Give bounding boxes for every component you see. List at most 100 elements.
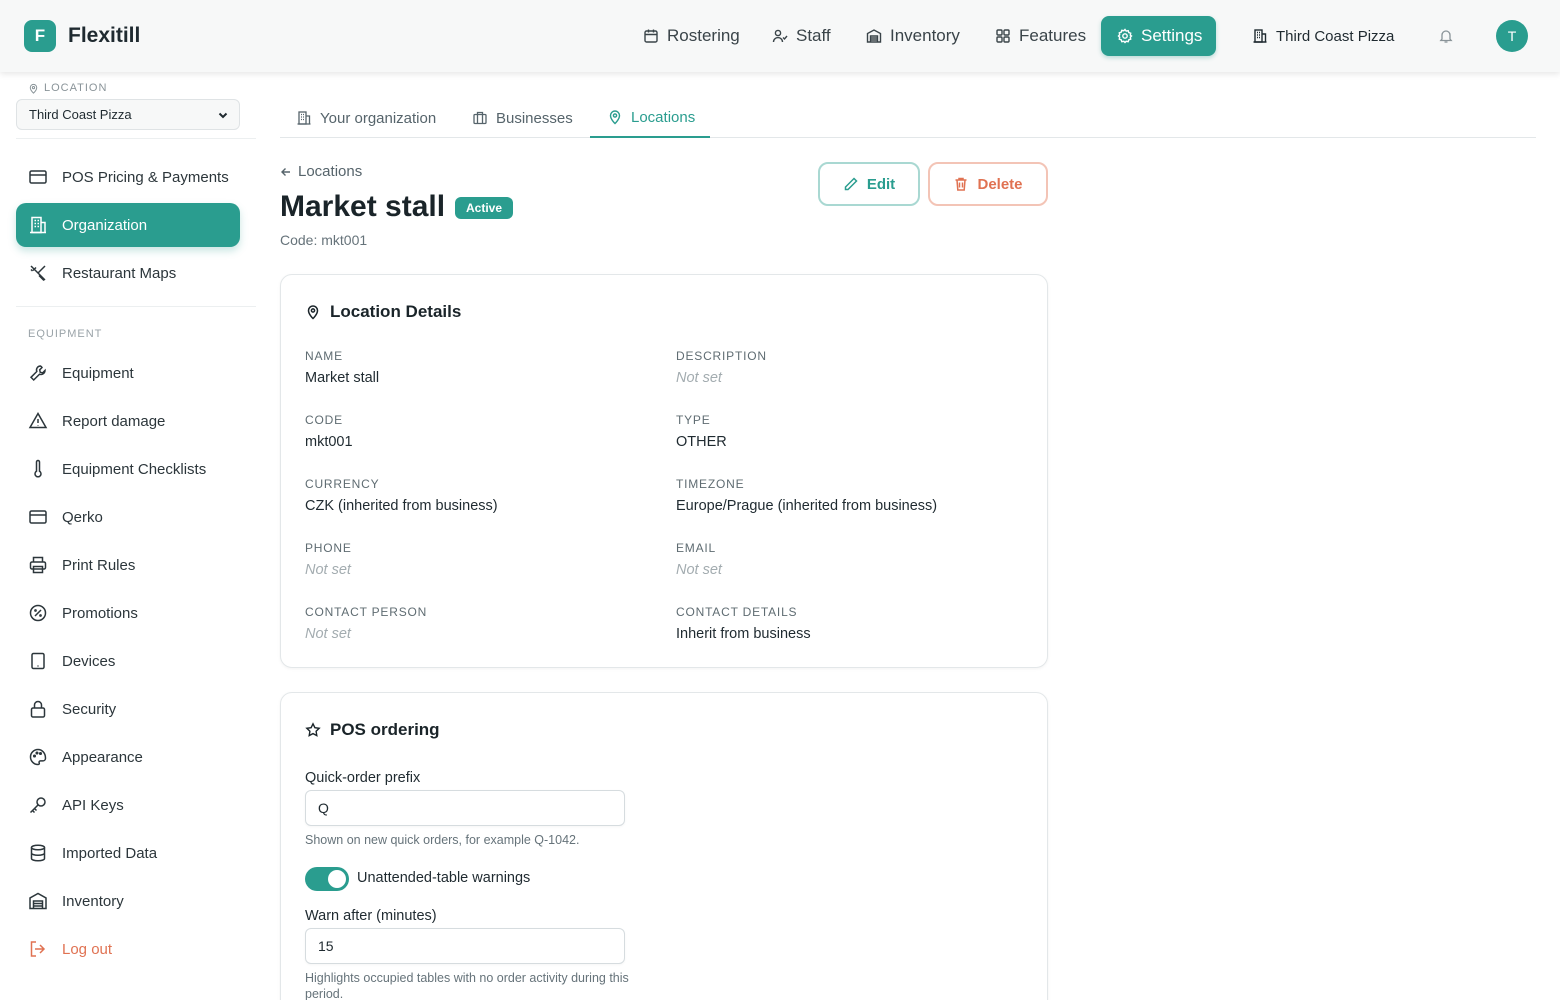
quick-order-prefix-label: Quick-order prefix — [305, 770, 421, 786]
status-badge: Active — [455, 197, 514, 219]
sidebar-item-pos-pricing[interactable]: POS Pricing & Payments — [16, 155, 240, 199]
sidebar-item-imported-data[interactable]: Imported Data — [16, 831, 240, 875]
delete-button-label: Delete — [977, 175, 1023, 193]
field-label-phone: PHONE — [305, 541, 352, 555]
field-label-contact-details: CONTACT DETAILS — [676, 605, 798, 619]
sidebar-section-equipment: EQUIPMENT — [28, 328, 103, 340]
location-select-value: Third Coast Pizza — [29, 107, 132, 122]
sidebar-item-inventory[interactable]: Inventory — [16, 879, 240, 923]
map-pin-icon — [28, 83, 39, 94]
page-title: Market stall — [280, 190, 446, 223]
sidebar-item-organization[interactable]: Organization — [16, 203, 240, 247]
logout-icon — [28, 939, 48, 959]
field-value-type: OTHER — [676, 434, 727, 450]
location-code: Code: mkt001 — [280, 232, 368, 248]
star-icon — [305, 722, 321, 738]
location-details-card: Location Details NAME Market stall DESCR… — [280, 274, 1048, 668]
sidebar-item-report-damage[interactable]: Report damage — [16, 399, 240, 443]
field-value-description: Not set — [676, 370, 722, 386]
sidebar-item-appearance[interactable]: Appearance — [16, 735, 240, 779]
app-name[interactable]: Flexitill — [68, 24, 140, 48]
nav-label: Features — [1019, 26, 1087, 45]
bell-icon[interactable] — [1438, 28, 1454, 44]
nav-settings[interactable]: Settings — [1101, 16, 1216, 56]
unattended-warnings-label: Unattended-table warnings — [357, 870, 531, 886]
tab-businesses[interactable]: Businesses — [472, 98, 573, 138]
sidebar-item-equipment[interactable]: Equipment — [16, 351, 240, 395]
sidebar-item-label: Restaurant Maps — [62, 264, 177, 282]
nav-rostering[interactable]: Rostering — [643, 16, 740, 56]
sidebar-divider — [16, 306, 256, 307]
edit-button[interactable]: Edit — [818, 162, 920, 206]
nav-label: Settings — [1141, 26, 1203, 45]
field-label-currency: CURRENCY — [305, 477, 380, 491]
gear-icon — [1117, 28, 1133, 44]
nav-label: Inventory — [890, 26, 960, 45]
sidebar-item-devices[interactable]: Devices — [16, 639, 240, 683]
sidebar-item-label: Qerko — [62, 508, 103, 526]
field-label-description: DESCRIPTION — [676, 349, 767, 363]
wrench-icon — [28, 363, 48, 383]
sidebar-item-security[interactable]: Security — [16, 687, 240, 731]
sidebar-item-restaurant-maps[interactable]: Restaurant Maps — [16, 251, 240, 295]
field-label-contact-person: CONTACT PERSON — [305, 605, 428, 619]
edit-button-label: Edit — [866, 175, 896, 193]
grid-icon — [995, 28, 1011, 44]
field-value-timezone: Europe/Prague (inherited from business) — [676, 498, 938, 514]
sidebar-item-label: Organization — [62, 216, 148, 234]
field-value-currency: CZK (inherited from business) — [305, 498, 498, 514]
sidebar-item-logout[interactable]: Log out — [16, 927, 240, 971]
map-pin-icon — [607, 109, 623, 125]
quick-order-prefix-help: Shown on new quick orders, for example Q… — [305, 833, 580, 847]
credit-card-icon — [28, 507, 48, 527]
arrow-left-icon — [280, 166, 292, 178]
utensils-icon — [28, 263, 48, 283]
thermometer-icon — [28, 459, 48, 479]
sidebar-item-label: Imported Data — [62, 844, 158, 862]
sidebar-item-label: Appearance — [62, 748, 143, 766]
field-label-type: TYPE — [676, 413, 711, 427]
sidebar-item-equipment-checklists[interactable]: Equipment Checklists — [16, 447, 240, 491]
field-value-phone: Not set — [305, 562, 351, 578]
warehouse-icon — [28, 891, 48, 911]
percent-badge-icon — [28, 603, 48, 623]
avatar[interactable]: T — [1496, 20, 1528, 52]
tab-label: Your organization — [320, 109, 437, 127]
field-label-name: NAME — [305, 349, 343, 363]
sidebar-item-api-keys[interactable]: API Keys — [16, 783, 240, 827]
sidebar-item-label: Print Rules — [62, 556, 136, 574]
location-select[interactable]: Third Coast Pizza — [16, 99, 240, 130]
sidebar-item-label: Report damage — [62, 412, 166, 430]
tab-label: Businesses — [496, 109, 573, 127]
warning-icon — [28, 411, 48, 431]
card-title: POS ordering — [305, 720, 440, 740]
toggle-knob — [328, 870, 346, 888]
tab-your-organization[interactable]: Your organization — [296, 98, 436, 138]
card-title: Location Details — [305, 302, 461, 322]
building-icon — [28, 215, 48, 235]
sidebar-item-label: Security — [62, 700, 117, 718]
sidebar-item-qerko[interactable]: Qerko — [16, 495, 240, 539]
nav-inventory[interactable]: Inventory — [866, 16, 960, 56]
warn-after-input[interactable]: 15 — [305, 928, 625, 964]
nav-features[interactable]: Features — [995, 16, 1086, 56]
sidebar-item-print-rules[interactable]: Print Rules — [16, 543, 240, 587]
back-link[interactable]: Locations — [280, 163, 362, 180]
delete-button[interactable]: Delete — [928, 162, 1048, 206]
field-value-email: Not set — [676, 562, 722, 578]
building-icon — [1252, 28, 1268, 44]
unattended-warnings-toggle[interactable] — [305, 867, 349, 891]
sidebar-item-label: Promotions — [62, 604, 138, 622]
quick-order-prefix-input[interactable]: Q — [305, 790, 625, 826]
tab-locations[interactable]: Locations — [590, 98, 710, 138]
nav-staff[interactable]: Staff — [772, 16, 831, 56]
sidebar-item-label: Equipment — [62, 364, 134, 382]
warn-after-help: Highlights occupied tables with no order… — [305, 971, 629, 1000]
org-switcher[interactable]: Third Coast Pizza — [1252, 16, 1394, 56]
sidebar-item-promotions[interactable]: Promotions — [16, 591, 240, 635]
tab-label: Locations — [631, 108, 696, 126]
briefcase-icon — [472, 110, 488, 126]
trash-icon — [953, 176, 969, 192]
sidebar-item-label: Log out — [62, 940, 113, 958]
app-logo[interactable]: F — [24, 20, 56, 52]
